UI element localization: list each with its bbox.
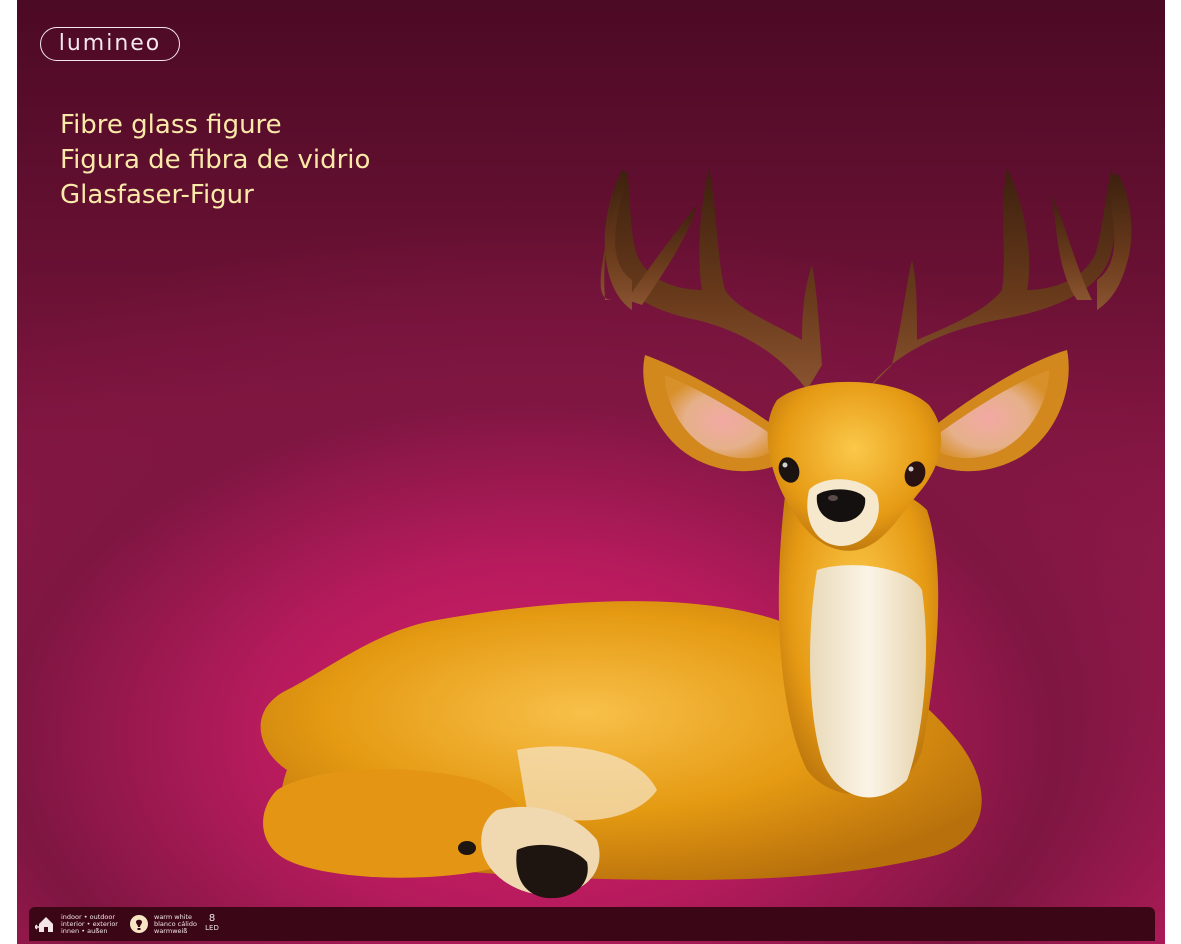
location-line-de: innen • außen — [61, 926, 108, 935]
light-line-de: warmweiß — [154, 926, 188, 935]
led-label: LED — [205, 924, 219, 932]
page: lumineo Fibre glass figure Figura de fib… — [0, 0, 1181, 944]
led-count-info: 8 LED — [204, 914, 220, 933]
light-color-info: warm white blanco cálido warmweiß — [128, 913, 197, 935]
indoor-outdoor-house-icon — [35, 917, 53, 932]
deer-figure-image — [260, 168, 1132, 899]
light-color-text: warm white blanco cálido warmweiß — [154, 913, 197, 935]
warm-white-bulb-icon — [130, 915, 148, 933]
led-count: 8 — [208, 913, 216, 924]
product-title-en: Fibre glass figure — [60, 110, 282, 140]
info-bar: indoor • outdoor interior • exterior inn… — [29, 907, 1155, 941]
brand-logo: lumineo — [40, 27, 180, 61]
location-text: indoor • outdoor interior • exterior inn… — [61, 913, 118, 935]
location-info: indoor • outdoor interior • exterior inn… — [35, 913, 118, 935]
product-packaging-panel: lumineo Fibre glass figure Figura de fib… — [17, 0, 1165, 944]
